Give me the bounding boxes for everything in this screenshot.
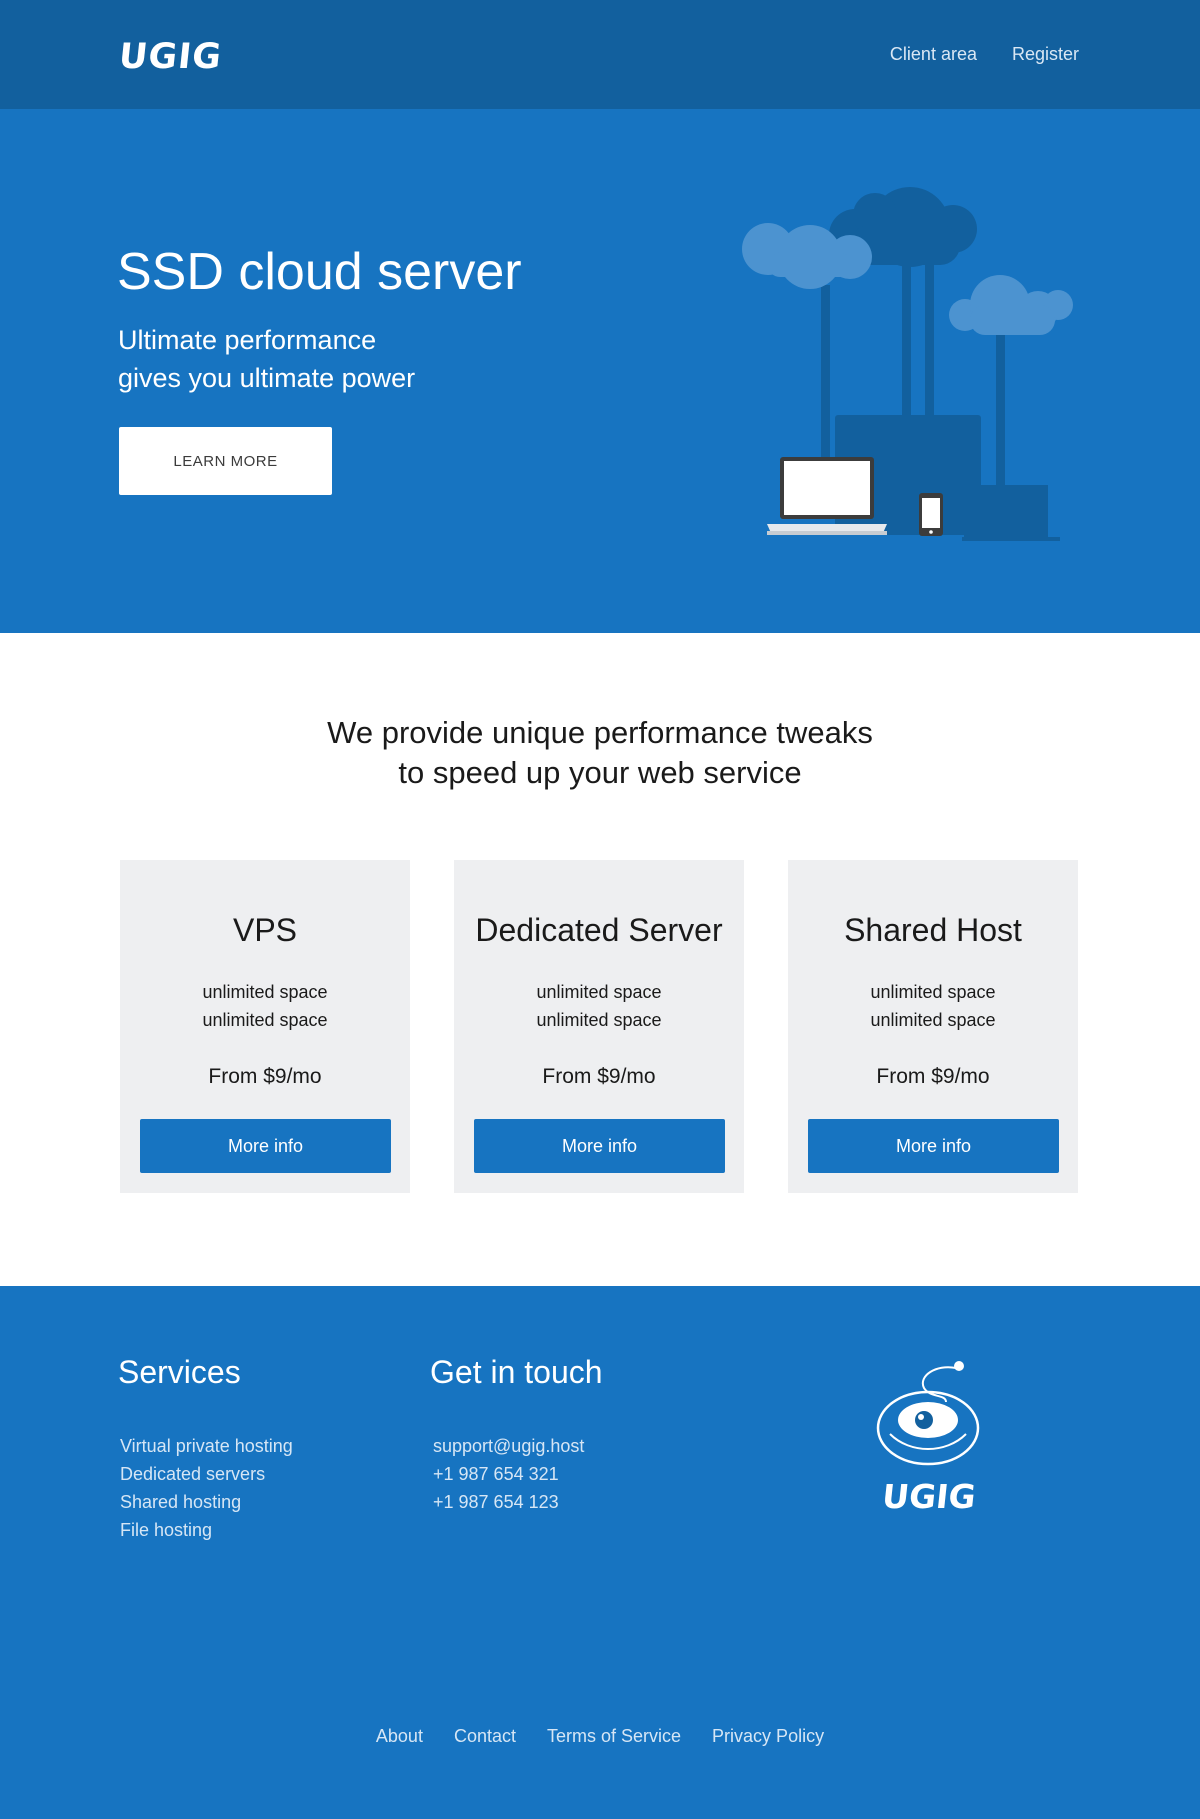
plan-feature: unlimited space (870, 982, 996, 1002)
plan-price: From $9/mo (208, 1065, 322, 1088)
contact-email[interactable]: support@ugig.host (433, 1432, 584, 1460)
services-list: Virtual private hosting Dedicated server… (120, 1432, 293, 1544)
contact-phone: +1 987 654 123 (433, 1492, 559, 1512)
nav-client-area-link[interactable]: Client area (890, 44, 977, 65)
service-link[interactable]: Dedicated servers (120, 1460, 293, 1488)
logo[interactable]: UGIG (117, 37, 224, 77)
contact-heading: Get in touch (430, 1354, 603, 1390)
footer-link-privacy[interactable]: Privacy Policy (712, 1726, 824, 1747)
hero-subtitle-line-2: gives you ultimate power (118, 363, 416, 393)
plan-card-vps: VPS unlimited space unlimited space From… (120, 860, 410, 1193)
learn-more-button[interactable]: LEARN MORE (119, 427, 332, 495)
plan-title: Dedicated Server (475, 912, 723, 948)
plan-feature: unlimited space (536, 982, 662, 1002)
shared-host-more-info-button[interactable]: More info (808, 1119, 1059, 1173)
hero-title: SSD cloud server (117, 243, 522, 301)
footer-link-about[interactable]: About (376, 1726, 423, 1747)
service-link[interactable]: Shared hosting (120, 1488, 293, 1516)
plan-cards: VPS unlimited space unlimited space From… (120, 860, 1080, 1193)
plan-price: From $9/mo (542, 1065, 656, 1088)
top-nav: Client area Register (890, 44, 1079, 65)
nav-register-link[interactable]: Register (1012, 44, 1079, 65)
plan-price: From $9/mo (876, 1065, 990, 1088)
footer-links: About Contact Terms of Service Privacy P… (0, 1726, 1200, 1747)
footer-logo-text: UGIG (880, 1477, 978, 1516)
contact-list: support@ugig.host +1 987 654 321 +1 987 … (433, 1432, 584, 1516)
intro-line-1: We provide unique performance tweaks (327, 715, 873, 750)
footer-link-contact[interactable]: Contact (454, 1726, 516, 1747)
intro-line-2: to speed up your web service (398, 755, 802, 790)
hero-section: SSD cloud server Ultimate performance gi… (0, 109, 1200, 633)
plan-card-shared-host: Shared Host unlimited space unlimited sp… (788, 860, 1078, 1193)
contact-phone: +1 987 654 321 (433, 1464, 559, 1484)
dedicated-server-more-info-button[interactable]: More info (474, 1119, 725, 1173)
cloud-server-icon (742, 187, 1073, 541)
hero-subtitle-line-1: Ultimate performance (118, 325, 377, 355)
site-header: UGIG Client area Register (0, 0, 1200, 109)
service-link[interactable]: Virtual private hosting (120, 1432, 293, 1460)
services-heading: Services (118, 1354, 241, 1390)
plan-feature: unlimited space (536, 1010, 662, 1030)
footer-logo[interactable]: UGIG (876, 1358, 982, 1528)
plan-feature: unlimited space (202, 982, 328, 1002)
site-footer: Services Virtual private hosting Dedicat… (0, 1286, 1200, 1819)
service-link[interactable]: File hosting (120, 1516, 293, 1544)
intro-heading: We provide unique performance tweaks to … (0, 713, 1200, 793)
hero-subtitle: Ultimate performance gives you ultimate … (118, 321, 518, 397)
footer-link-terms[interactable]: Terms of Service (547, 1726, 681, 1747)
eye-mascot-icon (876, 1361, 980, 1466)
plan-title: Shared Host (844, 912, 1022, 948)
plan-feature: unlimited space (202, 1010, 328, 1030)
plan-feature: unlimited space (870, 1010, 996, 1030)
plan-card-dedicated-server: Dedicated Server unlimited space unlimit… (454, 860, 744, 1193)
vps-more-info-button[interactable]: More info (140, 1119, 391, 1173)
plan-title: VPS (232, 912, 298, 948)
